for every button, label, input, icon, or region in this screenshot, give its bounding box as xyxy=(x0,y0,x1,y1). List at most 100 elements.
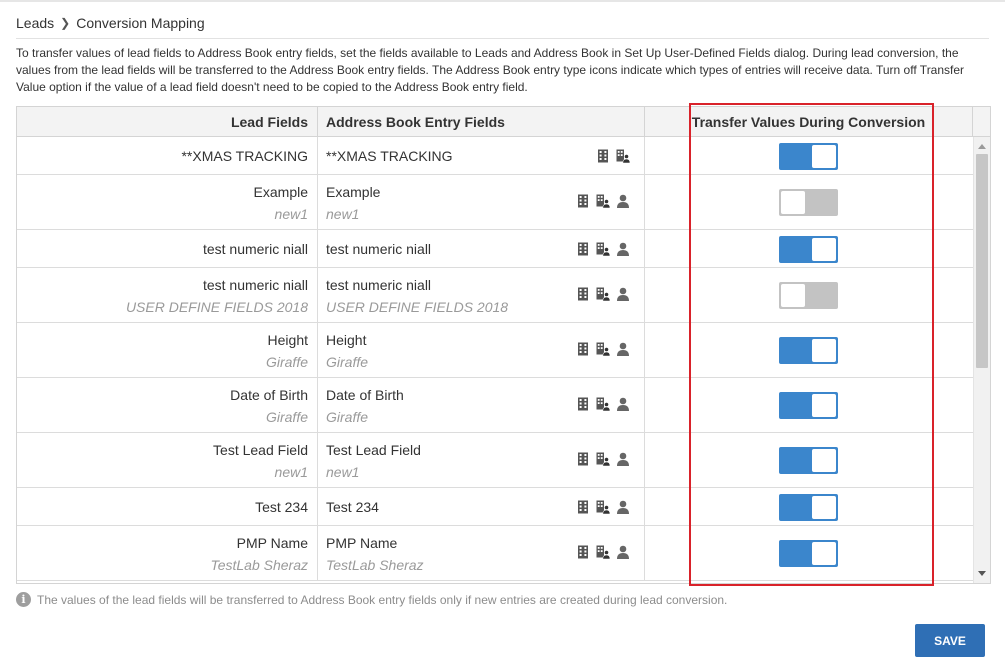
header-transfer-values[interactable]: Transfer Values During Conversion xyxy=(645,107,973,137)
address-book-field-group: Giraffe xyxy=(326,409,369,425)
breadcrumb-divider xyxy=(16,38,989,39)
person-icon xyxy=(616,242,630,256)
scroll-down-arrow-icon[interactable] xyxy=(978,571,986,576)
lead-field-group: USER DEFINE FIELDS 2018 xyxy=(125,299,308,315)
lead-field-cell: test numeric niall USER DEFINE FIELDS 201… xyxy=(17,268,318,322)
scroll-up-arrow-icon[interactable] xyxy=(978,144,986,149)
transfer-cell xyxy=(645,323,973,377)
header-lead-fields[interactable]: Lead Fields xyxy=(17,107,318,137)
entry-type-icons xyxy=(596,149,630,163)
transfer-cell xyxy=(645,268,973,322)
lead-field-cell: PMP Name TestLab Sheraz xyxy=(17,526,318,580)
person-icon xyxy=(616,500,630,514)
entry-type-icons xyxy=(576,500,630,514)
table-row: test numeric niall USER DEFINE FIELDS 201… xyxy=(17,268,973,323)
toggle-knob xyxy=(812,145,836,168)
table-row: Test 234 Test 234 xyxy=(17,488,973,526)
toggle-knob xyxy=(812,394,836,417)
lead-field-name: Test Lead Field xyxy=(213,442,308,458)
address-book-field-cell: **XMAS TRACKING xyxy=(318,137,645,174)
mapping-grid: Lead Fields Address Book Entry Fields Tr… xyxy=(16,106,991,584)
address-book-field-group: Giraffe xyxy=(326,354,369,370)
breadcrumb: Leads ❯ Conversion Mapping xyxy=(16,14,205,32)
transfer-toggle[interactable] xyxy=(779,143,838,170)
grid-body: **XMAS TRACKING **XMAS TRACKING Example new… xyxy=(17,137,973,583)
breadcrumb-current: Conversion Mapping xyxy=(76,15,205,31)
address-book-field-cell: Date of Birth Giraffe xyxy=(318,378,645,432)
lead-field-cell: Test 234 xyxy=(17,488,318,525)
address-book-field-group: TestLab Sheraz xyxy=(326,557,424,573)
lead-field-name: PMP Name xyxy=(236,535,308,551)
top-divider xyxy=(0,0,1005,2)
header-spacer xyxy=(973,107,990,137)
transfer-toggle[interactable] xyxy=(779,540,838,567)
entry-type-icons xyxy=(576,452,630,466)
lead-field-cell: Height Giraffe xyxy=(17,323,318,377)
lead-field-group: Giraffe xyxy=(265,354,308,370)
lead-field-group: new1 xyxy=(274,464,308,480)
person-icon xyxy=(616,194,630,208)
info-icon: i xyxy=(16,592,31,607)
building-icon xyxy=(596,149,610,163)
table-row: Height Giraffe Height Giraffe xyxy=(17,323,973,378)
building-icon xyxy=(576,452,590,466)
transfer-toggle[interactable] xyxy=(779,236,838,263)
lead-field-name: test numeric niall xyxy=(202,241,308,257)
lead-field-group: Giraffe xyxy=(265,409,308,425)
lead-field-group: new1 xyxy=(274,206,308,222)
building-person-icon xyxy=(596,545,610,559)
lead-field-name: Height xyxy=(267,332,308,348)
transfer-toggle[interactable] xyxy=(779,189,838,216)
footnote: i The values of the lead fields will be … xyxy=(16,592,727,607)
toggle-knob xyxy=(812,449,836,472)
address-book-field-cell: Test 234 xyxy=(318,488,645,525)
table-row: **XMAS TRACKING **XMAS TRACKING xyxy=(17,137,973,175)
scrollbar-thumb[interactable] xyxy=(976,154,988,368)
address-book-field-cell: PMP Name TestLab Sheraz xyxy=(318,526,645,580)
save-button[interactable]: SAVE xyxy=(915,624,985,657)
address-book-field-cell: test numeric niall xyxy=(318,230,645,267)
transfer-toggle[interactable] xyxy=(779,282,838,309)
address-book-field-group: USER DEFINE FIELDS 2018 xyxy=(326,299,509,315)
chevron-right-icon: ❯ xyxy=(60,16,71,30)
address-book-field-cell: Example new1 xyxy=(318,175,645,229)
grid-header: Lead Fields Address Book Entry Fields Tr… xyxy=(17,107,990,137)
building-person-icon xyxy=(596,194,610,208)
entry-type-icons xyxy=(576,342,630,356)
table-row: Date of Birth Giraffe Date of Birth Giraffe xyxy=(17,378,973,433)
building-person-icon xyxy=(596,242,610,256)
toggle-knob xyxy=(812,339,836,362)
transfer-cell xyxy=(645,488,973,525)
person-icon xyxy=(616,397,630,411)
transfer-toggle[interactable] xyxy=(779,392,838,419)
building-person-icon xyxy=(596,452,610,466)
building-person-icon xyxy=(596,342,610,356)
building-icon xyxy=(576,500,590,514)
building-icon xyxy=(576,397,590,411)
transfer-toggle[interactable] xyxy=(779,494,838,521)
transfer-cell xyxy=(645,230,973,267)
transfer-cell xyxy=(645,433,973,487)
lead-field-group: TestLab Sheraz xyxy=(210,557,308,573)
lead-field-name: **XMAS TRACKING xyxy=(181,148,308,164)
transfer-toggle[interactable] xyxy=(779,447,838,474)
table-row: test numeric niall test numeric niall xyxy=(17,230,973,268)
transfer-toggle[interactable] xyxy=(779,337,838,364)
lead-field-cell: test numeric niall xyxy=(17,230,318,267)
toggle-knob xyxy=(812,496,836,519)
breadcrumb-leads[interactable]: Leads xyxy=(16,15,54,31)
vertical-scrollbar[interactable] xyxy=(973,137,990,583)
transfer-cell xyxy=(645,526,973,580)
transfer-cell xyxy=(645,137,973,174)
table-row: Example new1 Example new1 xyxy=(17,175,973,230)
person-icon xyxy=(616,452,630,466)
header-address-book-fields[interactable]: Address Book Entry Fields xyxy=(318,107,645,137)
lead-field-name: Example xyxy=(253,184,308,200)
lead-field-name: Test 234 xyxy=(255,499,308,515)
person-icon xyxy=(616,545,630,559)
footnote-text: The values of the lead fields will be tr… xyxy=(37,592,728,607)
transfer-cell xyxy=(645,175,973,229)
toggle-knob xyxy=(812,238,836,261)
lead-field-cell: Example new1 xyxy=(17,175,318,229)
building-person-icon xyxy=(596,397,610,411)
